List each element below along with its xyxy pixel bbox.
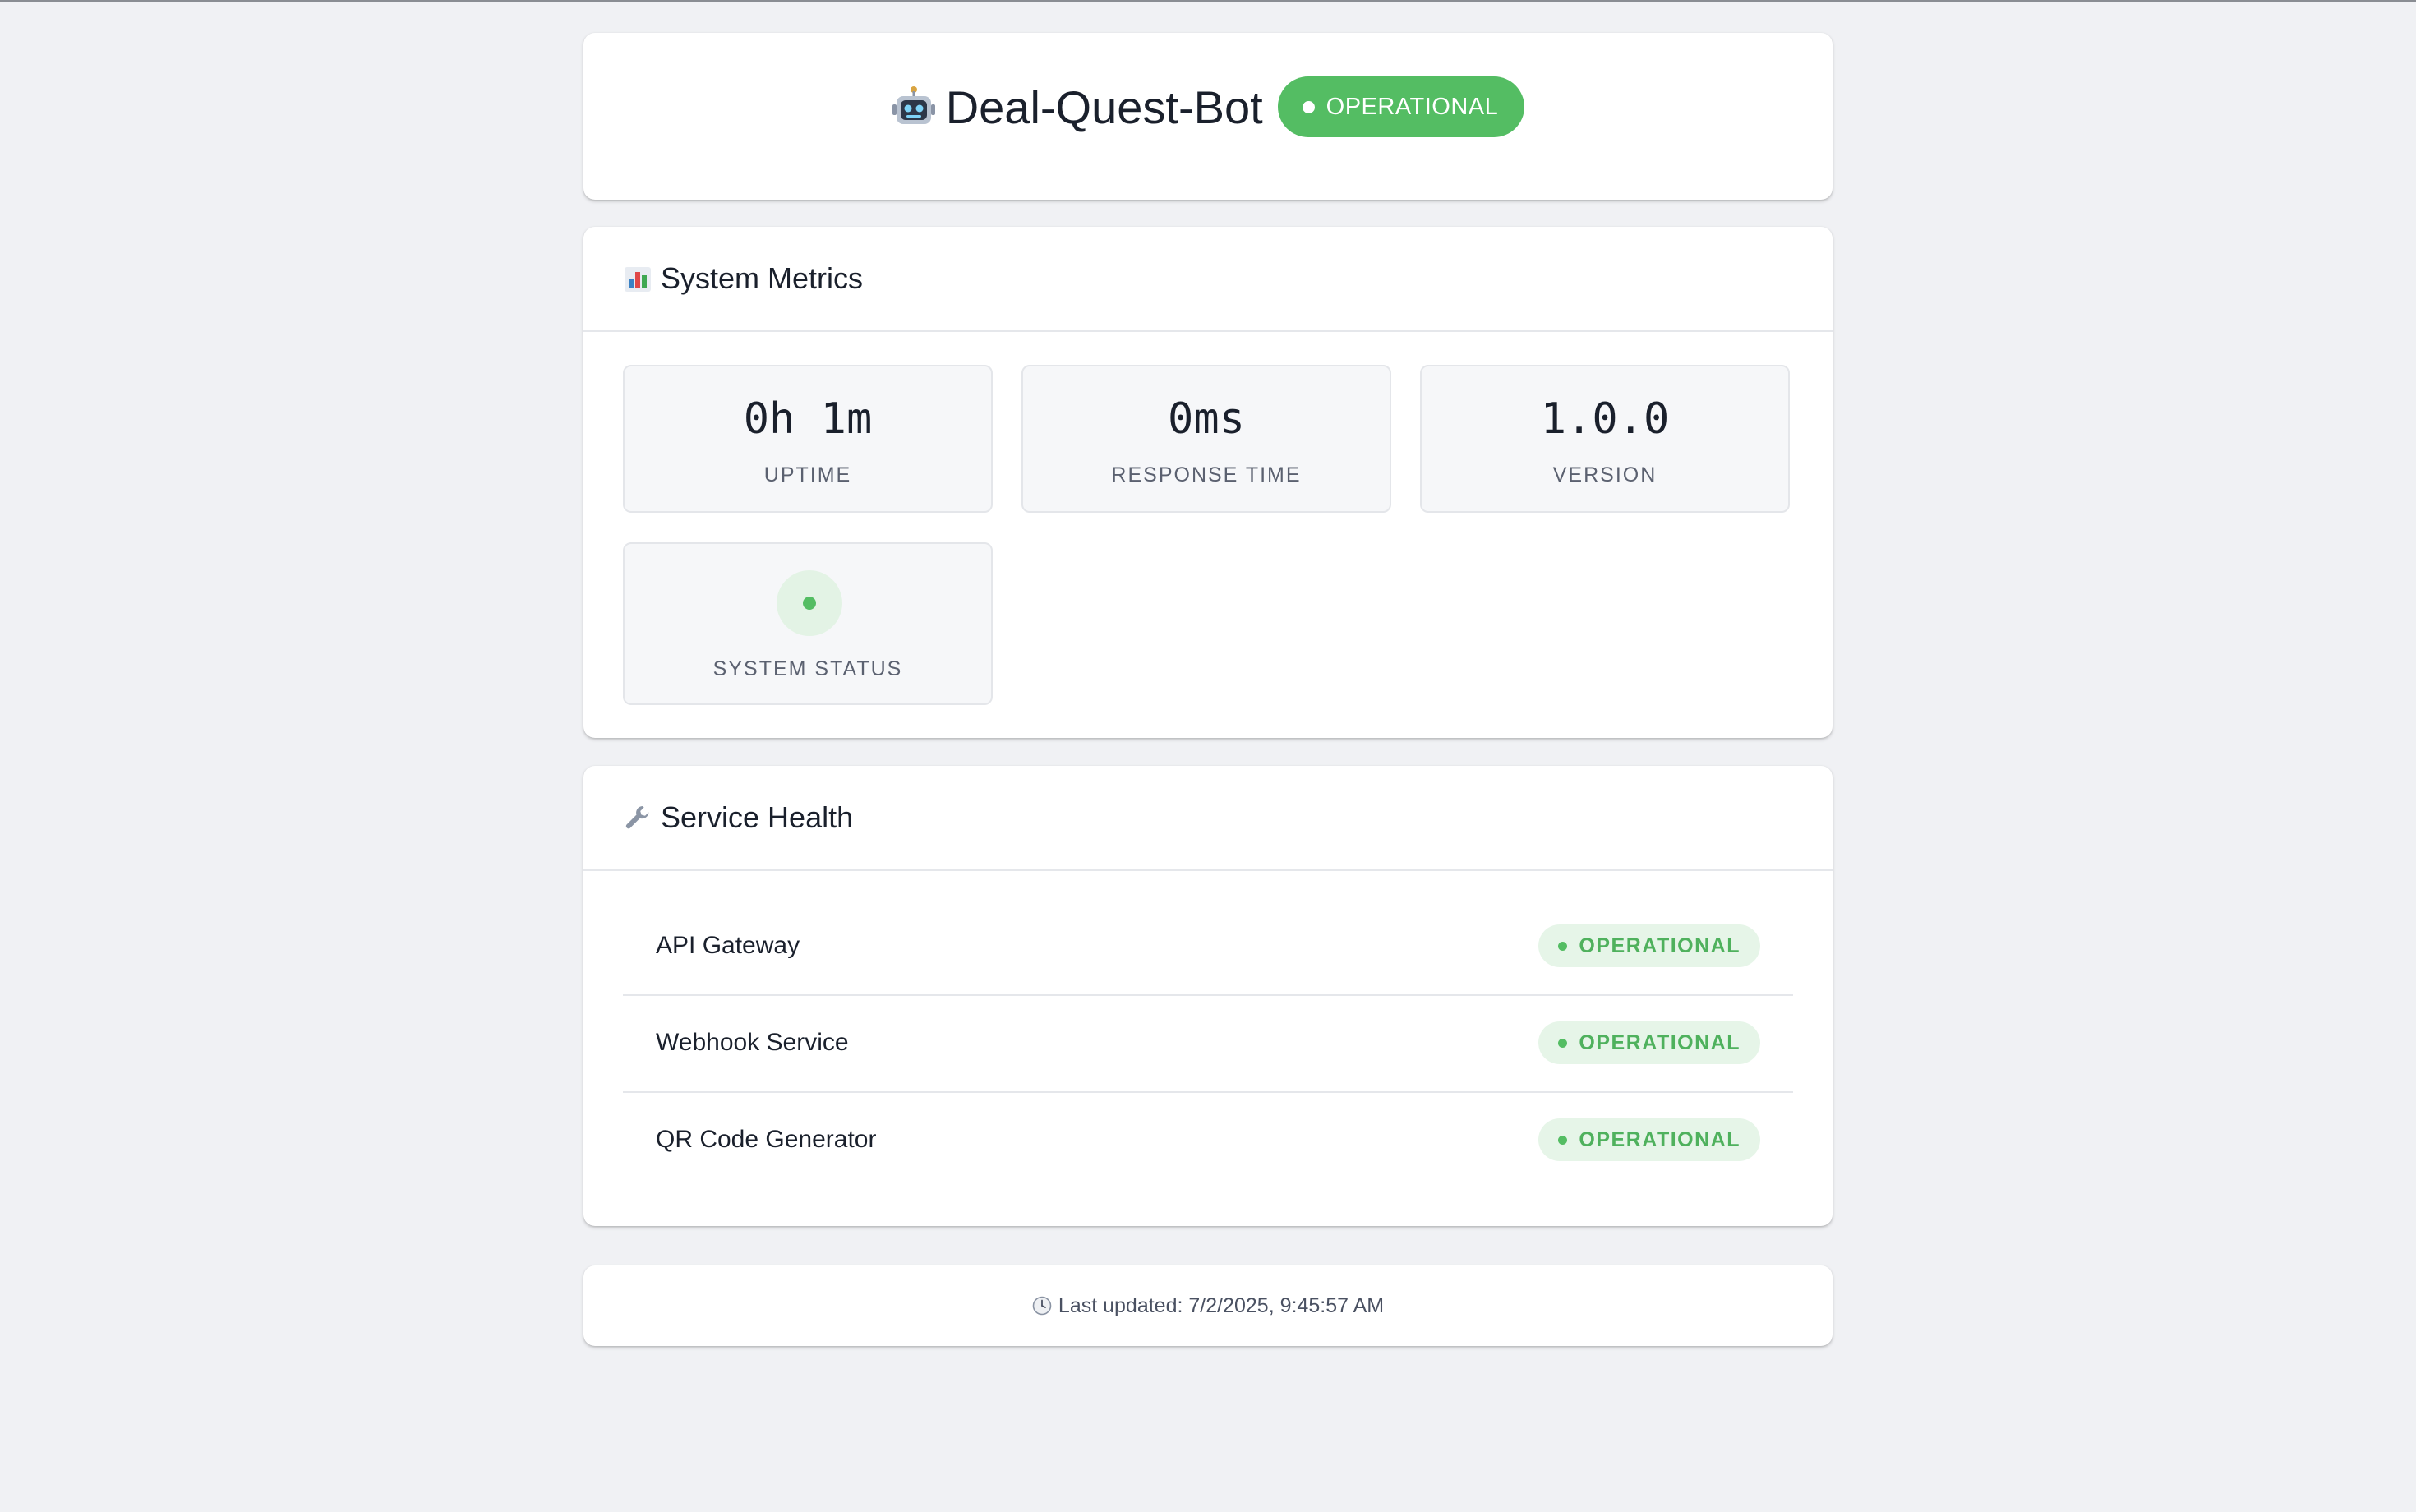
version-label: VERSION [1552, 463, 1658, 486]
wrench-icon [625, 806, 649, 829]
service-health-header: Service Health [623, 766, 853, 869]
service-name: API Gateway [656, 932, 800, 959]
service-status-label: OPERATIONAL [1579, 1030, 1741, 1054]
version-value: 1.0.0 [1540, 394, 1670, 444]
service-status-label: OPERATIONAL [1579, 933, 1741, 957]
header-row: Deal-Quest-Bot OPERATIONAL [583, 76, 1833, 138]
status-dot-icon [1558, 1038, 1568, 1048]
system-metrics-card: System Metrics 0h 1m UPTIME 0ms RESPONSE… [583, 227, 1833, 738]
system-status-tile: SYSTEM STATUS [623, 542, 993, 705]
service-status-badge: OPERATIONAL [1538, 1021, 1760, 1064]
status-dot-icon [1558, 941, 1568, 951]
robot-icon [892, 86, 935, 124]
last-updated-text: Last updated: 7/2/2025, 9:45:57 AM [1058, 1293, 1385, 1317]
window-top-border [0, 0, 2416, 2]
service-name: Webhook Service [656, 1029, 849, 1056]
service-row-api-gateway: API Gateway OPERATIONAL [623, 897, 1793, 996]
service-status-badge: OPERATIONAL [1538, 1118, 1760, 1161]
section-title: Service Health [661, 800, 854, 834]
section-divider [583, 869, 1833, 871]
bar-chart-icon [625, 267, 651, 292]
uptime-tile: 0h 1m UPTIME [623, 365, 993, 513]
uptime-value: 0h 1m [743, 394, 873, 444]
overall-status-label: OPERATIONAL [1326, 93, 1499, 120]
app-title: Deal-Quest-Bot [945, 81, 1263, 133]
service-row-qr-code-generator: QR Code Generator OPERATIONAL [623, 1091, 1793, 1188]
section-title: System Metrics [661, 261, 864, 295]
overall-status-badge: OPERATIONAL [1277, 76, 1525, 137]
section-divider [583, 330, 1833, 332]
status-dot-icon [1558, 1135, 1568, 1145]
footer-card: Last updated: 7/2/2025, 9:45:57 AM [583, 1265, 1833, 1346]
clock-icon [1032, 1296, 1052, 1316]
service-name: QR Code Generator [656, 1126, 877, 1153]
version-tile: 1.0.0 VERSION [1420, 365, 1790, 513]
footer-row: Last updated: 7/2/2025, 9:45:57 AM [583, 1265, 1833, 1346]
response-time-value: 0ms [1168, 394, 1245, 444]
service-health-card: Service Health API Gateway OPERATIONAL W… [583, 766, 1833, 1226]
uptime-label: UPTIME [763, 463, 852, 486]
status-dot-icon [1302, 100, 1315, 113]
system-metrics-header: System Metrics [623, 227, 863, 330]
response-time-tile: 0ms RESPONSE TIME [1021, 365, 1391, 513]
service-status-badge: OPERATIONAL [1538, 924, 1760, 967]
system-status-label: SYSTEM STATUS [712, 657, 903, 680]
service-row-webhook-service: Webhook Service OPERATIONAL [623, 994, 1793, 1093]
response-time-label: RESPONSE TIME [1111, 463, 1302, 486]
status-dot-icon [803, 597, 816, 610]
system-status-indicator [777, 570, 842, 636]
service-status-label: OPERATIONAL [1579, 1127, 1741, 1151]
header-card: Deal-Quest-Bot OPERATIONAL [583, 33, 1833, 200]
